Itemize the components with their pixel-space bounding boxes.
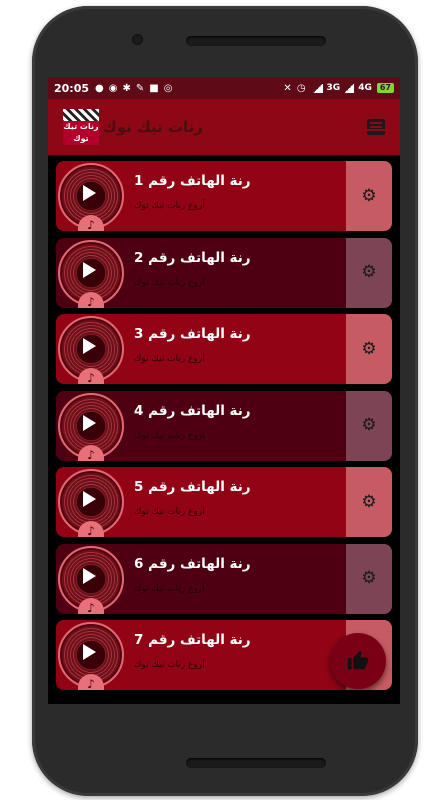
alarm-icon: ◷ xyxy=(296,82,306,94)
ringtone-title: رنة الهاتف رقم 3 xyxy=(134,326,251,342)
ringtone-subtitle: أروع رنات تيك توك xyxy=(134,583,205,594)
play-icon[interactable] xyxy=(83,567,96,584)
ringtone-settings-button[interactable]: ⚙ xyxy=(346,314,392,384)
ringtone-subtitle: أروع رنات تيك توك xyxy=(134,354,205,364)
play-icon[interactable] xyxy=(83,185,96,201)
gear-icon: ⚙ xyxy=(361,262,377,282)
ringtone-title: رنة الهاتف رقم 1 xyxy=(134,173,251,189)
ringtone-card[interactable]: ♪ رنة الهاتف رقم 3 أروع رنات تيك توك ⚙ xyxy=(56,314,392,384)
signal-icon xyxy=(312,83,323,93)
disc-wrap: ♪ xyxy=(56,238,128,308)
signal-icon-2 xyxy=(344,83,355,93)
gear-icon: ⚙ xyxy=(361,338,377,359)
earpiece-speaker xyxy=(186,36,326,46)
battery-icon: 67 xyxy=(376,83,394,93)
ringtone-title: رنة الهاتف رقم 2 xyxy=(134,249,251,266)
disc-wrap: ♪ xyxy=(56,544,128,614)
disc-wrap: ♪ xyxy=(56,314,128,384)
disc-wrap: ♪ xyxy=(56,467,128,537)
ringtone-text: رنة الهاتف رقم 4 أروع رنات تيك توك xyxy=(128,391,346,461)
ringtone-text: رنة الهاتف رقم 2 أروع رنات تيك توك xyxy=(128,238,346,308)
disc-wrap: ♪ xyxy=(56,391,128,461)
image-icon: ■ xyxy=(149,82,159,94)
ringtone-card[interactable]: ♪ رنة الهاتف رقم 5 أروع رنات تيك توك ⚙ xyxy=(56,467,392,537)
inbox-icon[interactable] xyxy=(366,118,386,136)
disc-wrap: ♪ xyxy=(56,620,128,690)
play-icon[interactable] xyxy=(83,414,96,431)
thumbs-up-icon xyxy=(347,650,369,670)
play-icon[interactable] xyxy=(83,491,96,507)
front-camera xyxy=(132,34,143,45)
sync-icon: ◎ xyxy=(163,82,173,94)
status-bar: 20:05 ● ◉ ✱ ✎ ■ ◎ ✕ ◷ 3G 4G 67 xyxy=(48,77,400,99)
status-time: 20:05 xyxy=(54,81,90,95)
gear-icon: ⚙ xyxy=(361,415,377,435)
ringtone-title: رنة الهاتف رقم 5 xyxy=(134,479,251,495)
play-icon[interactable] xyxy=(83,261,96,278)
ringtone-subtitle: أروع رنات تيك توك xyxy=(134,660,205,670)
ringtone-settings-button[interactable]: ⚙ xyxy=(346,543,392,614)
chrome-icon: ◉ xyxy=(108,82,118,94)
disc-wrap: ♪ xyxy=(56,161,128,231)
ringtone-title: رنة الهاتف رقم 4 xyxy=(134,402,251,419)
app-logo: رنات تيك توك xyxy=(63,109,99,145)
ringtone-subtitle: أروع رنات تيك توك xyxy=(134,507,205,517)
ringtone-text: رنة الهاتف رقم 5 أروع رنات تيك توك xyxy=(128,467,346,537)
ringtone-card[interactable]: ♪ رنة الهاتف رقم 4 أروع رنات تيك توك ⚙ xyxy=(56,390,392,461)
ringtone-subtitle: أروع رنات تيك توك xyxy=(134,277,205,288)
bluetooth-icon: ✱ xyxy=(122,82,131,94)
ringtone-settings-button[interactable]: ⚙ xyxy=(346,161,392,231)
wrench-icon: ✎ xyxy=(135,82,145,94)
ringtone-text: رنة الهاتف رقم 1 أروع رنات تيك توك xyxy=(128,161,346,231)
ringtone-text: رنة الهاتف رقم 7 أروع رنات تيك توك xyxy=(128,620,346,690)
ringtone-settings-button[interactable]: ⚙ xyxy=(346,467,392,537)
play-icon[interactable] xyxy=(83,338,96,354)
gear-icon: ⚙ xyxy=(361,491,377,512)
ringtone-settings-button[interactable]: ⚙ xyxy=(346,390,392,461)
gear-icon: ⚙ xyxy=(361,185,377,206)
ringtone-card[interactable]: ♪ رنة الهاتف رقم 1 أروع رنات تيك توك ⚙ xyxy=(56,161,392,231)
ringtone-text: رنة الهاتف رقم 3 أروع رنات تيك توك xyxy=(128,314,346,384)
ringtone-settings-button[interactable]: ⚙ xyxy=(346,237,392,308)
network-label-1: 3G xyxy=(326,83,341,93)
alarm-off-icon: ✕ xyxy=(283,82,292,94)
play-icon[interactable] xyxy=(83,644,96,660)
bottom-speaker xyxy=(186,758,326,768)
ringtone-subtitle: أروع رنات تيك توك xyxy=(134,430,205,441)
notification-icon: ● xyxy=(95,82,104,94)
like-button[interactable] xyxy=(330,633,386,689)
gear-icon: ⚙ xyxy=(361,568,377,588)
ringtone-list[interactable]: ♪ رنة الهاتف رقم 1 أروع رنات تيك توك ⚙ ♪ رنة … xyxy=(48,155,400,690)
ringtone-text: رنة الهاتف رقم 6 أروع رنات تيك توك xyxy=(128,544,346,614)
ringtone-subtitle: أروع رنات تيك توك xyxy=(134,201,205,211)
ringtone-title: رنة الهاتف رقم 6 xyxy=(134,555,251,572)
ringtone-title: رنة الهاتف رقم 7 xyxy=(134,632,251,648)
network-label-2: 4G xyxy=(358,83,372,93)
app-bar: رنات تيك توك رنات تيك توك xyxy=(48,99,400,155)
ringtone-card[interactable]: ♪ رنة الهاتف رقم 6 أروع رنات تيك توك ⚙ xyxy=(56,543,392,614)
app-logo-text: رنات تيك توك xyxy=(63,121,99,145)
app-title: رنات تيك توك xyxy=(103,118,203,136)
screen: 20:05 ● ◉ ✱ ✎ ■ ◎ ✕ ◷ 3G 4G 67 رنات تيك … xyxy=(48,77,400,704)
ringtone-card[interactable]: ♪ رنة الهاتف رقم 2 أروع رنات تيك توك ⚙ xyxy=(56,237,392,308)
